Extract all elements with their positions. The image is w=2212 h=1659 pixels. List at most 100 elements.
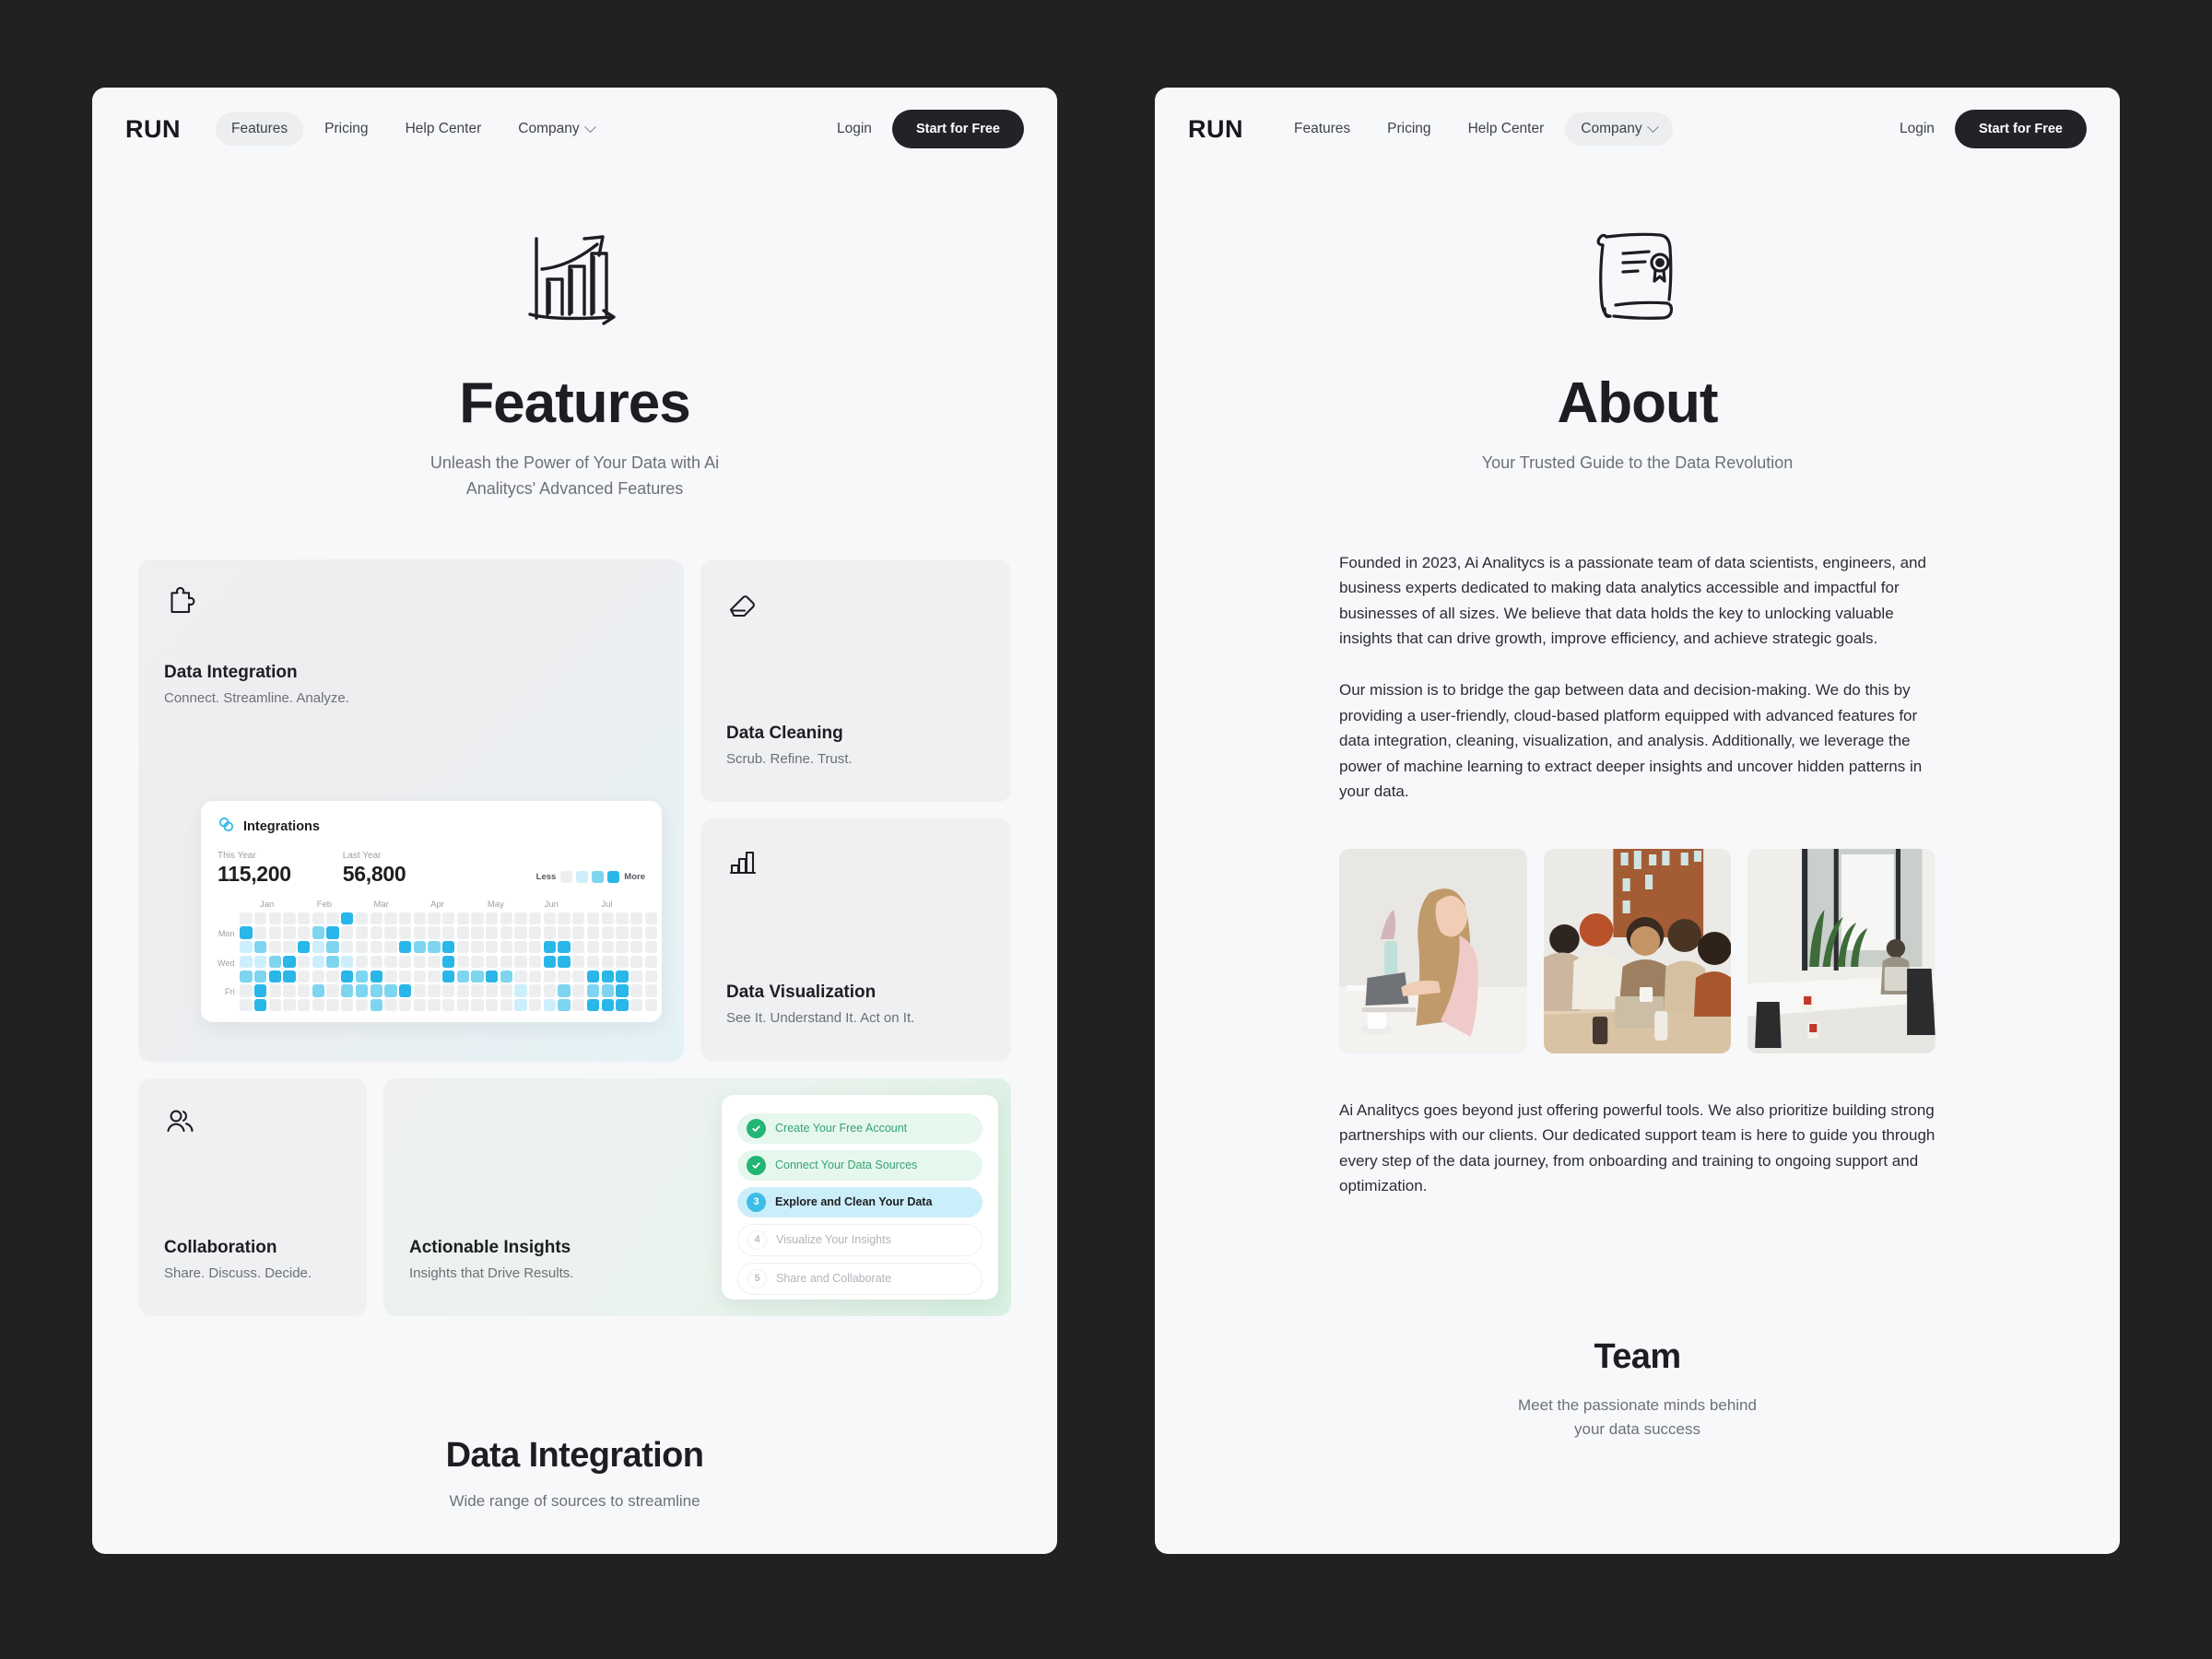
logo[interactable]: RUN [125,115,181,144]
heatmap-cell[interactable] [298,912,311,925]
heatmap-cell[interactable] [629,941,643,954]
heatmap-cell[interactable] [529,998,542,1012]
heatmap-cell[interactable] [514,998,527,1012]
heatmap-cell[interactable] [616,984,629,997]
heatmap-cell[interactable] [341,941,354,954]
card-data-cleaning[interactable]: Data Cleaning Scrub. Refine. Trust. [700,559,1011,802]
heatmap-cell[interactable] [355,926,369,939]
heatmap-cell[interactable] [601,955,614,969]
heatmap-cell[interactable] [268,912,282,925]
heatmap-cell[interactable] [644,984,657,997]
heatmap-cell[interactable] [428,984,441,997]
heatmap-cell[interactable] [586,941,600,954]
heatmap-cell[interactable] [543,912,557,925]
heatmap-cell[interactable] [601,970,614,982]
heatmap-cell[interactable] [471,912,484,925]
heatmap-cell[interactable] [456,941,469,954]
heatmap-cell[interactable] [283,926,296,939]
heatmap-cell[interactable] [441,926,455,939]
heatmap-cell[interactable] [370,955,382,969]
heatmap-cell[interactable] [413,970,426,982]
heatmap-cell[interactable] [572,984,585,997]
heatmap-cell[interactable] [441,941,455,954]
heatmap-cell[interactable] [341,955,354,969]
heatmap-cell[interactable] [240,970,253,982]
heatmap-cell[interactable] [355,998,369,1012]
heatmap-cell[interactable] [543,941,557,954]
nav-link-help-center[interactable]: Help Center [1453,112,1560,146]
heatmap-cell[interactable] [500,941,513,954]
heatmap-cell[interactable] [543,998,557,1012]
heatmap-cell[interactable] [572,912,585,925]
heatmap-cell[interactable] [629,926,643,939]
heatmap-cell[interactable] [326,955,339,969]
heatmap-cell[interactable] [298,984,311,997]
heatmap-cell[interactable] [413,926,426,939]
heatmap-cell[interactable] [413,955,426,969]
heatmap-cell[interactable] [572,998,585,1012]
heatmap-cell[interactable] [413,941,426,954]
heatmap-cell[interactable] [254,941,267,954]
heatmap-cell[interactable] [240,998,253,1012]
heatmap-cell[interactable] [586,970,600,982]
heatmap-cell[interactable] [398,970,412,982]
heatmap-cell[interactable] [529,970,542,982]
heatmap-cell[interactable] [543,970,557,982]
heatmap-cell[interactable] [326,912,339,925]
heatmap-cell[interactable] [486,926,499,939]
heatmap-cell[interactable] [283,998,296,1012]
heatmap-cell[interactable] [586,998,600,1012]
heatmap-cell[interactable] [398,912,412,925]
heatmap-cell[interactable] [629,912,643,925]
heatmap-cell[interactable] [326,926,339,939]
heatmap-cell[interactable] [586,955,600,969]
heatmap-cell[interactable] [326,941,339,954]
nav-link-pricing[interactable]: Pricing [309,112,383,146]
heatmap-cell[interactable] [601,912,614,925]
heatmap-cell[interactable] [486,998,499,1012]
heatmap-cell[interactable] [601,926,614,939]
heatmap-cell[interactable] [413,984,426,997]
heatmap-cell[interactable] [355,984,369,997]
heatmap-cell[interactable] [558,998,571,1012]
heatmap-cell[interactable] [558,984,571,997]
heatmap-cell[interactable] [398,984,412,997]
heatmap-cell[interactable] [456,955,469,969]
heatmap-cell[interactable] [586,912,600,925]
heatmap-cell[interactable] [486,955,499,969]
heatmap-cell[interactable] [500,984,513,997]
heatmap-cell[interactable] [326,970,339,982]
heatmap-cell[interactable] [298,955,311,969]
heatmap-cell[interactable] [529,926,542,939]
heatmap-cell[interactable] [428,926,441,939]
heatmap-cell[interactable] [370,970,382,982]
heatmap-cell[interactable] [558,926,571,939]
heatmap-cell[interactable] [644,998,657,1012]
heatmap-cell[interactable] [268,984,282,997]
nav-link-features[interactable]: Features [216,112,304,146]
heatmap-cell[interactable] [268,955,282,969]
heatmap-cell[interactable] [558,955,571,969]
heatmap-cell[interactable] [514,926,527,939]
heatmap-cell[interactable] [341,912,354,925]
heatmap-cell[interactable] [240,984,253,997]
heatmap-cell[interactable] [398,941,412,954]
heatmap-cell[interactable] [370,941,382,954]
heatmap-cell[interactable] [341,984,354,997]
heatmap-cell[interactable] [456,998,469,1012]
heatmap-cell[interactable] [558,970,571,982]
heatmap-cell[interactable] [529,912,542,925]
heatmap-cell[interactable] [355,941,369,954]
heatmap-cell[interactable] [500,998,513,1012]
heatmap-cell[interactable] [441,970,455,982]
heatmap-cell[interactable] [616,941,629,954]
heatmap-cell[interactable] [616,926,629,939]
card-collaboration[interactable]: Collaboration Share. Discuss. Decide. [138,1077,367,1316]
heatmap-cell[interactable] [428,955,441,969]
heatmap-cell[interactable] [441,984,455,997]
heatmap-cell[interactable] [298,926,311,939]
heatmap-cell[interactable] [486,912,499,925]
heatmap-cell[interactable] [283,984,296,997]
heatmap-cell[interactable] [471,970,484,982]
heatmap-cell[interactable] [384,912,397,925]
